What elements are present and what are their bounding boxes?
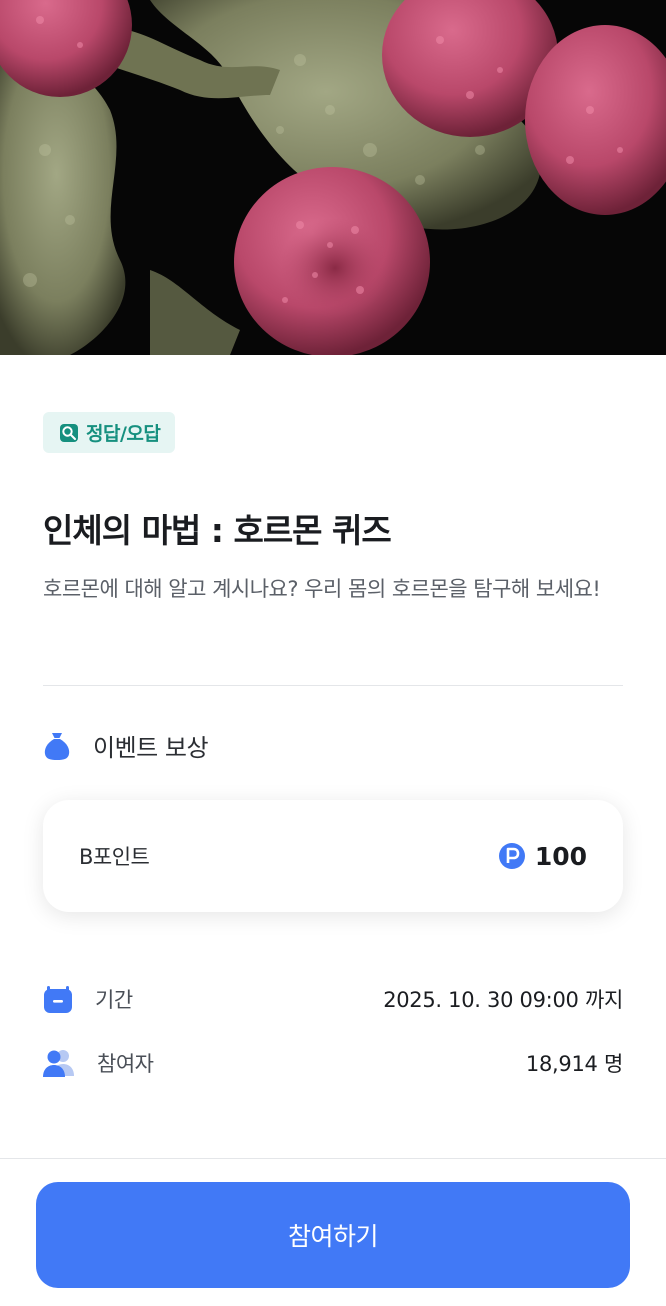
participants-value: 18,914 명 — [525, 1052, 623, 1076]
reward-heading: 이벤트 보상 — [93, 734, 209, 762]
money-bag-icon — [44, 732, 70, 760]
point-coin-icon — [498, 843, 525, 869]
people-icon — [43, 1050, 74, 1077]
reward-points: 100 — [498, 842, 587, 871]
quiz-type-label: 정답/오답 — [86, 423, 161, 445]
reward-item-name: B포인트 — [79, 845, 150, 869]
quiz-type-badge: 정답/오답 — [43, 412, 176, 453]
participants-label: 참여자 — [97, 1052, 154, 1076]
hero-image — [0, 0, 666, 355]
quiz-icon — [60, 423, 78, 442]
participate-button-label: 참여하기 — [287, 1223, 379, 1251]
microscope-cells-image — [0, 0, 666, 355]
period-label: 기간 — [95, 988, 133, 1012]
period-value: 2025. 10. 30 09:00 까지 — [383, 988, 623, 1012]
participate-button[interactable]: 참여하기 — [36, 1182, 630, 1288]
participants-row: 참여자 18,914 명 — [43, 1048, 623, 1078]
section-divider — [43, 685, 623, 686]
period-row: 기간 2025. 10. 30 09:00 까지 — [43, 984, 623, 1014]
reward-value: 100 — [534, 841, 587, 871]
reward-header: 이벤트 보상 — [43, 728, 209, 763]
reward-card: B포인트 100 — [43, 800, 623, 912]
quiz-description: 호르몬에 대해 알고 계시나요? 우리 몸의 호르몬을 탐구해 보세요! — [43, 577, 601, 601]
calendar-icon — [44, 986, 72, 1013]
quiz-title: 인체의 마법 : 호르몬 퀴즈 — [43, 511, 392, 550]
footer-divider — [0, 1158, 666, 1159]
